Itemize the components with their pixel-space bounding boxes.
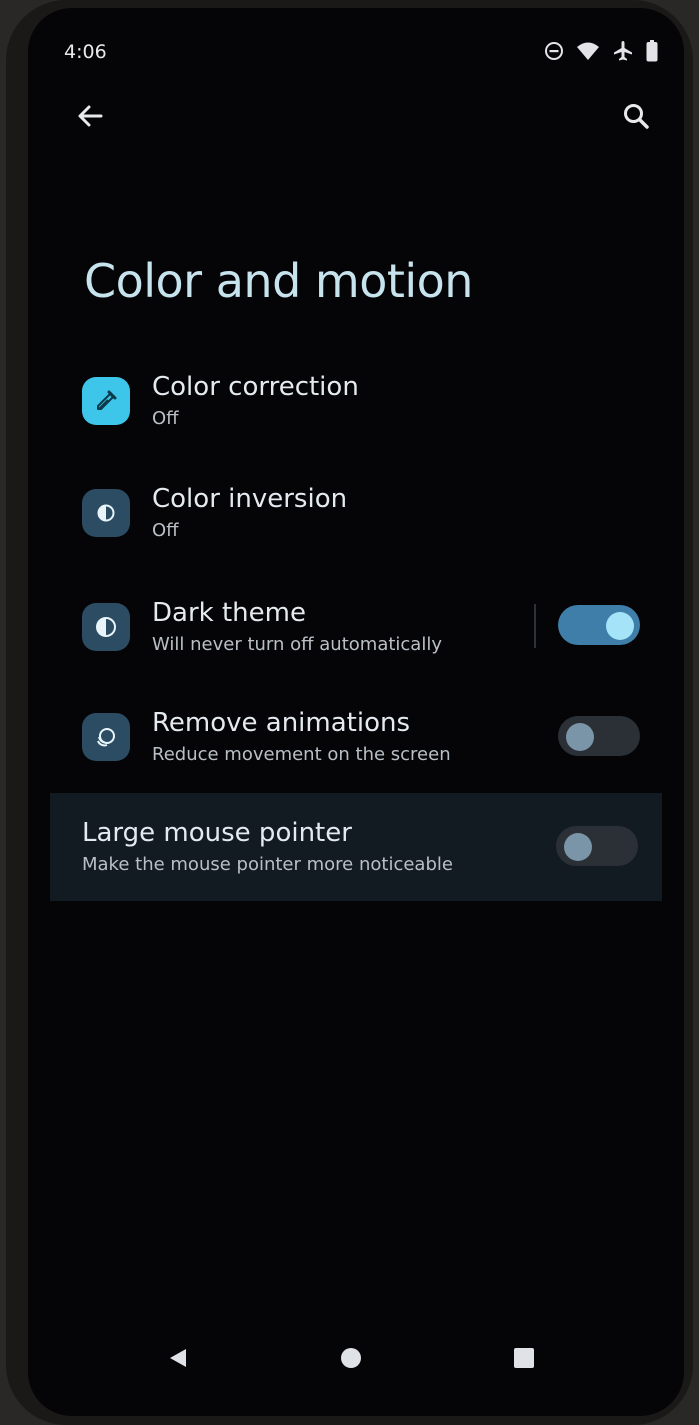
nav-back-icon	[166, 1346, 190, 1374]
remove-animations-toggle[interactable]	[558, 716, 640, 756]
toggle-knob	[606, 612, 634, 640]
dark-theme-subtitle: Will never turn off automatically	[152, 634, 442, 655]
search-icon	[622, 102, 650, 134]
animation-icon	[82, 713, 130, 761]
device-frame: 4:06 Color and motion Color correction O…	[0, 0, 699, 1425]
nav-home-button[interactable]	[329, 1338, 373, 1382]
remove-animations-title: Remove animations	[152, 708, 411, 738]
large-mouse-pointer-toggle[interactable]	[556, 826, 638, 866]
nav-back-button[interactable]	[156, 1338, 200, 1382]
dark-theme-divider	[534, 604, 536, 648]
dark-theme-icon	[82, 603, 130, 651]
battery-icon	[646, 40, 658, 62]
arrow-back-icon	[75, 101, 105, 135]
airplane-icon	[612, 40, 634, 62]
status-time: 4:06	[64, 41, 107, 63]
color-correction-item[interactable]: Color correction Off	[72, 370, 662, 432]
color-correction-title: Color correction	[152, 372, 359, 402]
color-inversion-item[interactable]: Color inversion Off	[72, 482, 662, 544]
page-title: Color and motion	[84, 254, 473, 308]
invert-colors-icon	[82, 489, 130, 537]
wifi-icon	[576, 41, 600, 61]
do-not-disturb-icon	[544, 41, 564, 61]
large-mouse-pointer-subtitle: Make the mouse pointer more noticeable	[82, 854, 453, 875]
toggle-knob	[564, 833, 592, 861]
screen: 4:06 Color and motion Color correction O…	[28, 8, 684, 1416]
nav-home-icon	[340, 1347, 362, 1373]
dark-theme-toggle[interactable]	[558, 605, 640, 645]
color-inversion-title: Color inversion	[152, 484, 348, 514]
toggle-knob	[566, 723, 594, 751]
nav-recents-button[interactable]	[502, 1338, 546, 1382]
color-correction-status: Off	[152, 408, 179, 429]
large-mouse-pointer-title: Large mouse pointer	[82, 818, 352, 848]
color-inversion-status: Off	[152, 520, 179, 541]
eyedropper-icon	[82, 377, 130, 425]
device-bezel: 4:06 Color and motion Color correction O…	[6, 0, 693, 1425]
nav-recents-icon	[513, 1347, 535, 1373]
remove-animations-subtitle: Reduce movement on the screen	[152, 744, 451, 765]
dark-theme-title: Dark theme	[152, 598, 306, 628]
back-button[interactable]	[68, 96, 112, 140]
search-button[interactable]	[614, 96, 658, 140]
status-icons	[544, 40, 658, 62]
